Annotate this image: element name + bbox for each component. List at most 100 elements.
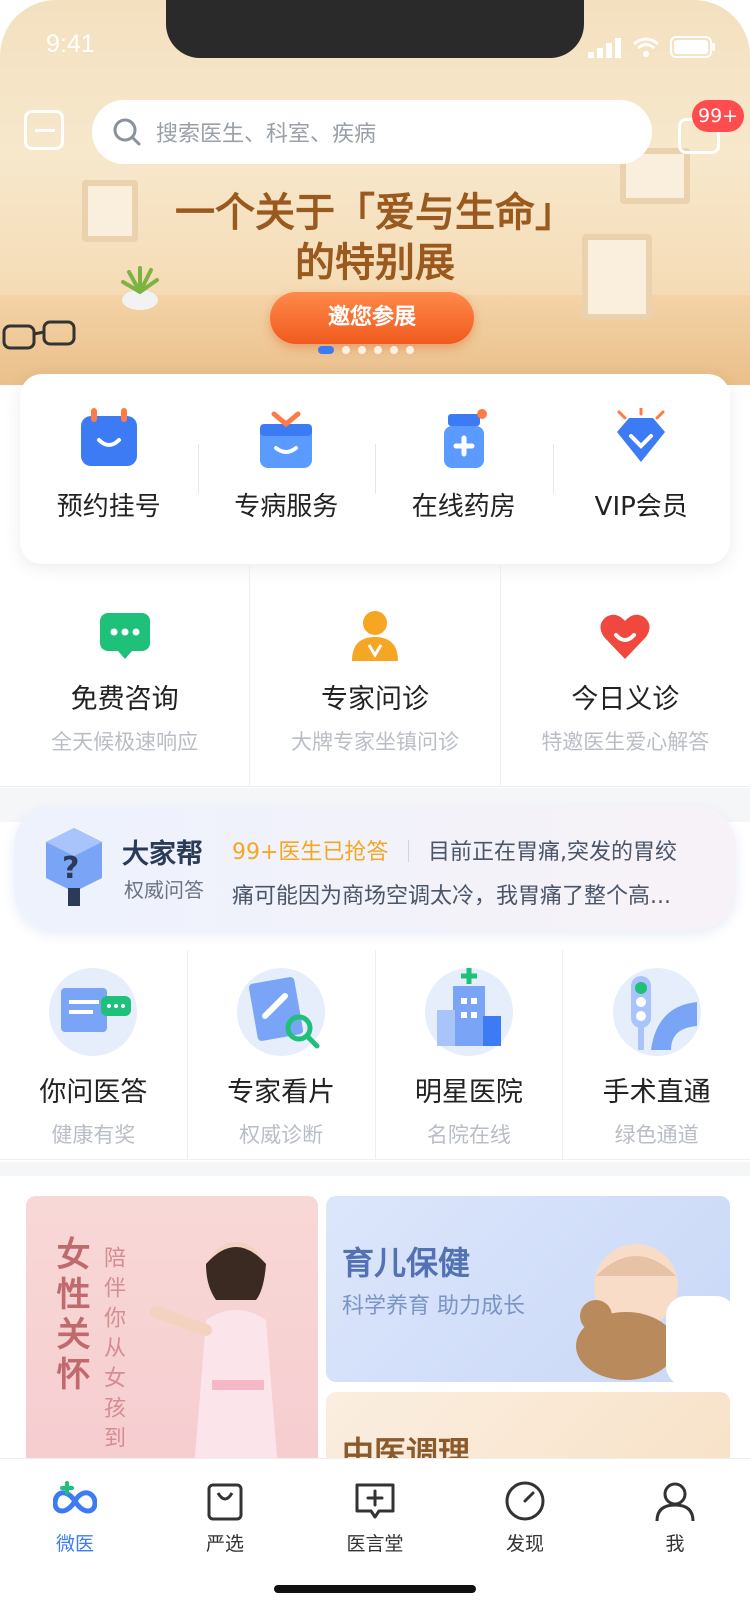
home-indicator [274, 1585, 476, 1593]
question-text-line2: 痛可能因为商场空调太冷，我胃痛了整个高... [232, 884, 671, 909]
glasses-illustration [2, 320, 76, 350]
hospital-icon [424, 968, 513, 1056]
feature-qa[interactable]: 你问医答 健康有奖 [0, 950, 187, 1159]
dajiabang-card[interactable]: ? 大家帮 权威问答 99+医生已抢答 目前正在胃痛,突发的胃绞 痛可能因为商场… [14, 806, 736, 930]
consult-expert[interactable]: 专家问诊 大牌专家坐镇问诊 [249, 565, 499, 786]
tab-label: 严选 [205, 1533, 244, 1555]
feature-sub: 绿色通道 [614, 1123, 699, 1147]
traffic-light-icon [612, 968, 701, 1056]
tab-label: 医言堂 [346, 1533, 404, 1555]
signal-icon [588, 38, 621, 58]
tab-label: 微医 [55, 1533, 94, 1555]
expert-icon [351, 611, 398, 661]
battery-icon [670, 36, 715, 58]
calendar-icon [80, 408, 137, 466]
quick-action-label: 专病服务 [234, 492, 339, 522]
banner-join-button[interactable]: 邀您参展 [270, 292, 474, 344]
section-gap [0, 1162, 750, 1176]
search-icon [113, 118, 141, 146]
feature-sub: 健康有奖 [51, 1123, 136, 1147]
carousel-dot[interactable] [318, 346, 334, 354]
svg-text:?: ? [62, 851, 79, 886]
question-cube-icon: ? [46, 828, 102, 906]
dajiabang-title: 大家帮 [122, 839, 203, 870]
consult-label: 专家问诊 [320, 684, 429, 715]
user-icon [655, 1482, 695, 1522]
medicine-bottle-icon [443, 409, 487, 468]
device-notch [166, 0, 584, 58]
quick-actions-card: 预约挂号 专病服务 在线药房 VIP会员 [20, 374, 730, 564]
tab-weiyi[interactable]: 微医 [0, 1459, 150, 1624]
promo-baby-title: 育儿保健 [342, 1244, 471, 1282]
consult-row: 免费咨询 全天候极速响应 专家问诊 大牌专家坐镇问诊 今日义诊 特邀医生爱心解答 [0, 565, 750, 787]
qa-icon [49, 968, 138, 1056]
consult-label: 今日义诊 [571, 684, 680, 715]
quick-action-disease-service[interactable]: 专病服务 [197, 374, 376, 564]
gift-box-icon [260, 411, 313, 468]
quick-action-label: 在线药房 [411, 492, 516, 522]
quick-action-appointment[interactable]: 预约挂号 [20, 374, 198, 564]
quick-action-label: VIP会员 [594, 492, 688, 522]
carousel-dot[interactable] [374, 346, 382, 354]
features-row: 你问医答 健康有奖 专家看片 权威诊断 明星医院 名院在线 手术直通 绿色通道 [0, 950, 750, 1160]
consult-free[interactable]: 免费咨询 全天候极速响应 [0, 565, 249, 786]
promo-women-title: 女性关怀 [50, 1236, 90, 1396]
feature-label: 明星医院 [414, 1077, 523, 1108]
app-screen: 一个关于「爱与生命」 的特别展 邀您参展 9:41 搜索医生、科室、疾病 99+… [0, 0, 750, 1624]
feature-label: 专家看片 [227, 1077, 336, 1108]
tab-discover[interactable]: 发现 [450, 1459, 600, 1624]
tab-yiyantang[interactable]: 医言堂 [300, 1459, 450, 1624]
compass-icon [505, 1481, 545, 1521]
search-bar[interactable]: 搜索医生、科室、疾病 [92, 100, 652, 164]
dajiabang-sub: 权威问答 [124, 878, 204, 902]
search-placeholder: 搜索医生、科室、疾病 [156, 122, 377, 147]
bottom-tab-bar: 微医 严选 医言堂 发现 我 [0, 1458, 750, 1624]
wifi-icon [633, 37, 659, 57]
consult-sub: 特邀医生爱心解答 [541, 730, 710, 754]
promo-card-baby[interactable]: 育儿保健 科学养育 助力成长 [326, 1196, 730, 1382]
heart-icon [600, 614, 650, 659]
consult-sub: 全天候极速响应 [51, 730, 199, 754]
tab-yanxuan[interactable]: 严选 [150, 1459, 300, 1624]
quick-action-pharmacy[interactable]: 在线药房 [375, 374, 553, 564]
tab-me[interactable]: 我 [600, 1459, 750, 1624]
scan-icon[interactable] [24, 110, 64, 150]
feature-label: 你问医答 [39, 1077, 148, 1108]
promo-baby-sub: 科学养育 助力成长 [342, 1294, 525, 1319]
tab-label: 我 [665, 1533, 685, 1555]
tab-label: 发现 [505, 1533, 544, 1555]
weiyi-logo-icon [53, 1481, 97, 1514]
quick-action-label: 预约挂号 [56, 492, 161, 522]
message-plus-icon [355, 1483, 395, 1519]
banner-title-line2: 的特别展 [295, 239, 455, 286]
promo-women-sub: 陪伴你从女孩到 [100, 1246, 125, 1456]
carousel-dots[interactable] [318, 346, 414, 354]
feature-xray[interactable]: 专家看片 权威诊断 [186, 950, 375, 1159]
feature-surgery[interactable]: 手术直通 绿色通道 [562, 950, 750, 1159]
promo-card-women[interactable]: 女性关怀 陪伴你从女孩到 [26, 1196, 318, 1466]
woman-illustration [150, 1242, 278, 1466]
carousel-dot[interactable] [358, 346, 366, 354]
consult-sub: 大牌专家坐镇问诊 [290, 730, 459, 754]
chat-bubble-icon [99, 613, 150, 659]
question-text-line1: 目前正在胃痛,突发的胃绞 [428, 840, 677, 865]
answer-count: 99+医生已抢答 [232, 840, 389, 865]
consult-free-clinic[interactable]: 今日义诊 特邀医生爱心解答 [499, 565, 750, 786]
baby-illustration [576, 1244, 730, 1382]
carousel-dot[interactable] [390, 346, 398, 354]
status-icons [588, 36, 716, 58]
diamond-icon [617, 408, 666, 462]
status-time: 9:41 [46, 30, 95, 58]
feature-sub: 权威诊断 [239, 1123, 324, 1147]
shopping-bag-icon [207, 1483, 243, 1521]
divider [408, 840, 409, 862]
message-badge: 99+ [692, 100, 745, 132]
carousel-dot[interactable] [342, 346, 350, 354]
xray-icon [237, 968, 326, 1056]
feature-label: 手术直通 [602, 1077, 711, 1108]
feature-sub: 名院在线 [426, 1123, 511, 1147]
consult-label: 免费咨询 [70, 684, 179, 715]
carousel-dot[interactable] [406, 346, 414, 354]
feature-hospital[interactable]: 明星医院 名院在线 [374, 950, 563, 1159]
quick-action-vip[interactable]: VIP会员 [552, 374, 731, 564]
